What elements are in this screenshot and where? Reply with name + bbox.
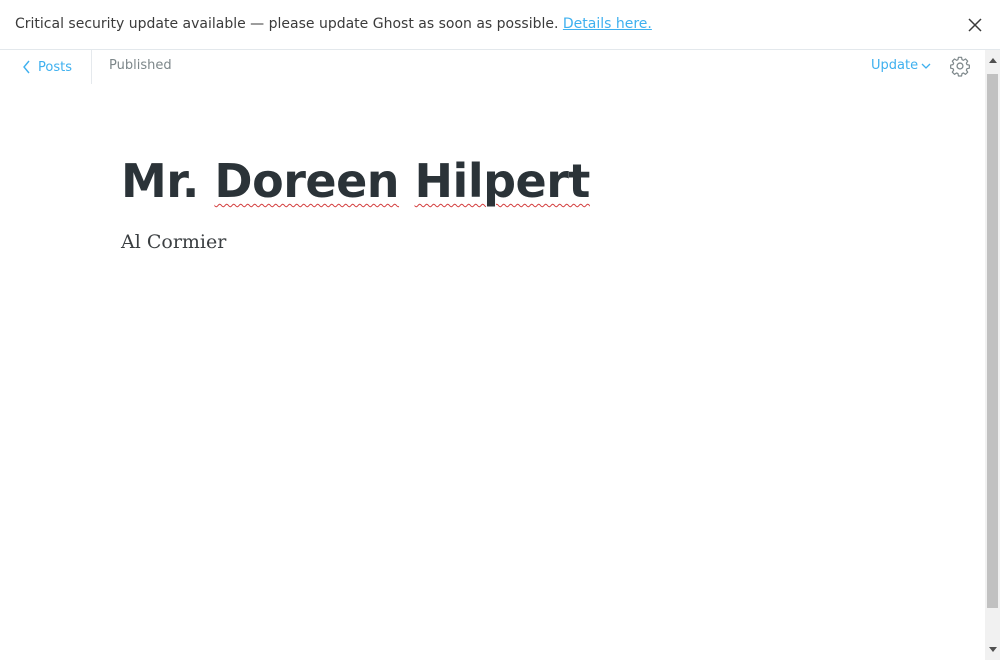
title-word-3: Hilpert xyxy=(414,154,591,208)
title-word-1: Mr. xyxy=(121,154,199,208)
back-to-posts-link[interactable]: Posts xyxy=(22,56,72,78)
close-icon xyxy=(968,18,982,32)
chevron-down-icon xyxy=(921,63,931,69)
post-status: Published xyxy=(109,58,172,73)
vertical-scrollbar[interactable] xyxy=(985,50,1000,660)
post-settings-button[interactable] xyxy=(949,55,971,77)
title-word-2: Doreen xyxy=(214,154,400,208)
security-update-banner: Critical security update available — ple… xyxy=(0,0,1000,50)
scroll-down-arrow[interactable] xyxy=(985,642,1000,658)
banner-message-text: Critical security update available — ple… xyxy=(15,16,559,32)
back-link-label: Posts xyxy=(38,59,72,75)
chevron-left-icon xyxy=(23,60,30,74)
editor-header: Posts Published Update xyxy=(0,50,985,84)
banner-message: Critical security update available — ple… xyxy=(15,15,652,33)
scroll-up-arrow[interactable] xyxy=(985,52,1000,68)
header-divider xyxy=(91,50,92,84)
update-button[interactable]: Update xyxy=(871,58,931,73)
banner-close-button[interactable] xyxy=(962,12,988,38)
post-body-editor[interactable]: Al Cormier xyxy=(121,231,226,253)
triangle-down-icon xyxy=(988,647,997,652)
gear-icon xyxy=(950,56,970,77)
scroll-thumb[interactable] xyxy=(987,74,998,608)
update-button-label: Update xyxy=(871,58,919,73)
triangle-up-icon xyxy=(988,58,997,63)
post-title-field[interactable]: Mr. Doreen Hilpert xyxy=(121,151,590,211)
banner-details-link[interactable]: Details here. xyxy=(563,16,652,32)
